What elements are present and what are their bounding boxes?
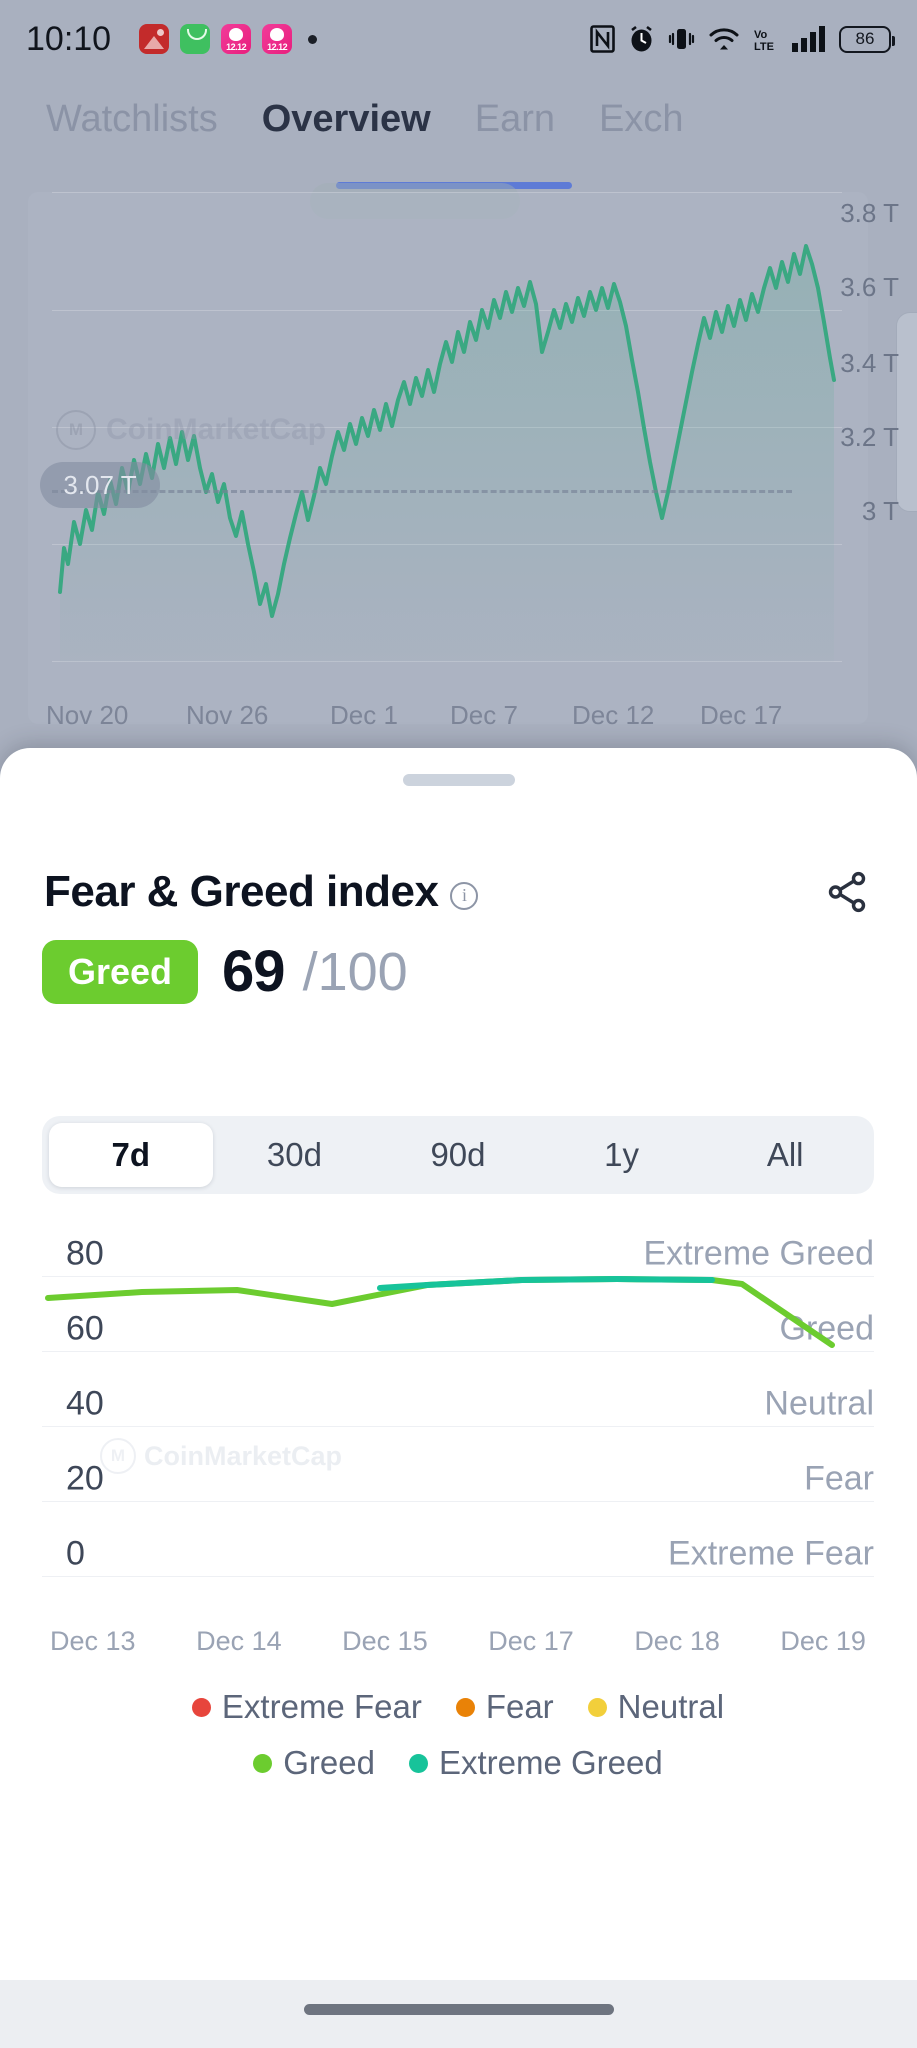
score-row: Greed 69 /100 bbox=[42, 938, 408, 1005]
market-ytick-1: 3.6 T bbox=[840, 272, 899, 302]
market-xtick-1: Nov 26 bbox=[186, 700, 269, 730]
sheet-header: Fear & Greed index i bbox=[44, 866, 873, 918]
vibrate-icon bbox=[668, 25, 695, 53]
market-xtick-4: Dec 12 bbox=[572, 700, 655, 730]
legend-label-extreme-fear: Extreme Fear bbox=[221, 1688, 422, 1725]
svg-text:Vo: Vo bbox=[754, 29, 768, 41]
range-tab-1y[interactable]: 1y bbox=[540, 1123, 704, 1187]
market-ytick-4: 3 T bbox=[861, 496, 899, 526]
wifi-icon bbox=[708, 25, 740, 53]
legend-dot-fear bbox=[455, 1697, 475, 1717]
score-max-label: /100 bbox=[302, 941, 408, 1002]
signal-bars-icon bbox=[792, 25, 826, 53]
photos-app-icon bbox=[139, 24, 170, 54]
time-range-selector: 7d 30d 90d 1y All bbox=[42, 1116, 874, 1194]
status-bar-clock: 10:10 bbox=[26, 19, 112, 58]
tab-earn[interactable]: Earn bbox=[453, 98, 577, 141]
battery-level-label: 86 bbox=[855, 29, 875, 48]
status-badge: Greed bbox=[42, 939, 199, 1004]
app-tab-bar: Watchlists Overview Earn Exch bbox=[0, 78, 917, 160]
xtick-4: Dec 18 bbox=[634, 1626, 720, 1656]
nfc-icon bbox=[590, 25, 615, 53]
share-icon[interactable] bbox=[821, 866, 873, 918]
page-title: Fear & Greed index bbox=[44, 867, 439, 916]
dot-indicator-icon bbox=[308, 34, 318, 44]
watermark-label: CoinMarketCap bbox=[106, 413, 327, 446]
info-circle-icon[interactable]: i bbox=[450, 881, 479, 910]
dimmed-app-backdrop: 10:10 12.12 12.12 Vo LTE 86 Watchlists O… bbox=[0, 0, 917, 790]
coinmarketcap-logo-icon: M bbox=[56, 410, 96, 450]
range-tab-7d[interactable]: 7d bbox=[49, 1123, 213, 1187]
home-indicator[interactable] bbox=[303, 2004, 614, 2015]
legend-row-1: Extreme Fear Fear Neutral bbox=[191, 1688, 725, 1726]
status-bar-app-icons: 12.12 12.12 bbox=[139, 24, 293, 54]
score-value: 69 bbox=[222, 939, 286, 1004]
tab-exchanges[interactable]: Exch bbox=[577, 98, 705, 141]
phone-screen: 10:10 12.12 12.12 Vo LTE 86 Watchlists O… bbox=[0, 0, 917, 2048]
battery-icon: 86 bbox=[839, 25, 895, 53]
legend-dot-greed bbox=[253, 1753, 273, 1773]
market-xtick-0: Nov 20 bbox=[46, 700, 129, 730]
legend-item-extreme-greed: Extreme Greed bbox=[408, 1744, 663, 1782]
legend-label-fear: Fear bbox=[485, 1688, 554, 1725]
side-panel-peek[interactable] bbox=[896, 312, 917, 512]
tab-watchlists[interactable]: Watchlists bbox=[24, 98, 240, 141]
shopping-app-icon bbox=[180, 24, 211, 54]
legend-label-neutral: Neutral bbox=[617, 1688, 725, 1725]
legend-label-greed: Greed bbox=[283, 1744, 375, 1781]
tab-overview[interactable]: Overview bbox=[240, 98, 453, 141]
market-ytick-0: 3.8 T bbox=[840, 198, 899, 228]
market-xtick-3: Dec 7 bbox=[450, 700, 518, 730]
xtick-1: Dec 14 bbox=[196, 1626, 282, 1656]
legend-item-neutral: Neutral bbox=[587, 1688, 725, 1726]
chart-x-axis: Dec 13 Dec 14 Dec 15 Dec 17 Dec 18 Dec 1… bbox=[42, 1626, 874, 1657]
legend-item-fear: Fear bbox=[455, 1688, 554, 1726]
legend-dot-extreme-greed bbox=[408, 1753, 428, 1773]
xtick-5: Dec 19 bbox=[780, 1626, 866, 1656]
market-ytick-3: 3.2 T bbox=[840, 422, 899, 452]
market-low-badge: 3.07 T bbox=[40, 462, 160, 508]
sheet-drag-handle[interactable] bbox=[402, 774, 515, 786]
sale-1212-app-icon-2: 12.12 bbox=[262, 24, 293, 54]
coinmarketcap-watermark-background: M CoinMarketCap bbox=[56, 410, 326, 450]
range-tab-30d[interactable]: 30d bbox=[213, 1123, 377, 1187]
market-low-label: 3.07 T bbox=[63, 469, 137, 500]
xtick-2: Dec 15 bbox=[342, 1626, 428, 1656]
legend-item-extreme-fear: Extreme Fear bbox=[191, 1688, 422, 1726]
legend-dot-neutral bbox=[587, 1697, 607, 1717]
chart-legend: Extreme Fear Fear Neutral Greed Extreme … bbox=[42, 1688, 874, 1782]
market-xtick-5: Dec 17 bbox=[700, 700, 783, 730]
legend-item-greed: Greed bbox=[253, 1744, 375, 1782]
range-tab-all[interactable]: All bbox=[703, 1123, 867, 1187]
range-tab-90d[interactable]: 90d bbox=[376, 1123, 540, 1187]
xtick-0: Dec 13 bbox=[50, 1626, 136, 1656]
market-ytick-2: 3.4 T bbox=[840, 348, 899, 378]
fear-greed-chart: 80 60 40 20 0 Extreme Greed Greed Neutra… bbox=[42, 1226, 874, 1626]
fear-greed-bottom-sheet: Fear & Greed index i Greed 69 /100 7d 30… bbox=[0, 748, 917, 1980]
market-xtick-2: Dec 1 bbox=[330, 700, 398, 730]
status-bar-system-icons: Vo LTE 86 bbox=[590, 25, 895, 53]
fear-greed-line-series bbox=[45, 1276, 835, 1348]
svg-text:LTE: LTE bbox=[754, 41, 774, 53]
system-navigation-bar bbox=[0, 1980, 917, 2048]
alarm-icon bbox=[628, 25, 655, 53]
xtick-3: Dec 17 bbox=[488, 1626, 574, 1656]
legend-row-2: Greed Extreme Greed bbox=[253, 1744, 663, 1782]
market-low-dashed-line bbox=[52, 490, 792, 493]
legend-label-extreme-greed: Extreme Greed bbox=[438, 1744, 663, 1781]
volte-icon: Vo LTE bbox=[753, 25, 779, 53]
legend-dot-extreme-fear bbox=[191, 1697, 211, 1717]
status-bar: 10:10 12.12 12.12 Vo LTE 86 bbox=[0, 0, 917, 78]
sale-1212-app-icon: 12.12 bbox=[221, 24, 252, 54]
